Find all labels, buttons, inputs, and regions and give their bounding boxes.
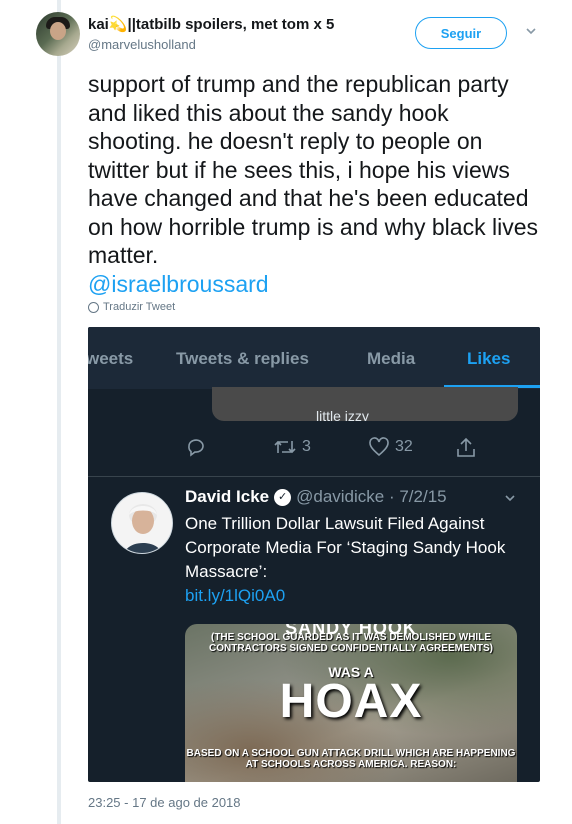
- previous-media-card[interactable]: little izzy: [212, 387, 518, 421]
- divider: [88, 476, 540, 477]
- embedded-link[interactable]: bit.ly/1lQi0A0: [185, 584, 515, 608]
- retweet-button[interactable]: 3: [273, 437, 311, 457]
- display-name[interactable]: kai💫||tatbilb spoilers, met tom x 5: [88, 15, 334, 33]
- verified-icon: ✓: [274, 488, 292, 506]
- like-button[interactable]: 32: [368, 437, 413, 457]
- reply-icon[interactable]: [186, 437, 206, 457]
- embedded-handle-date[interactable]: @davidicke · 7/2/15: [296, 487, 447, 507]
- like-count: 32: [395, 438, 413, 455]
- follow-button[interactable]: Seguir: [415, 17, 507, 49]
- attached-screenshot[interactable]: weets Tweets & replies Media Likes littl…: [88, 327, 540, 782]
- image-small-top-text: (THE SCHOOL GUARDED AS IT WAS DEMOLISHED…: [209, 632, 493, 654]
- embedded-user[interactable]: David Icke ✓ @davidicke · 7/2/15: [185, 487, 447, 507]
- tab-tweets-replies[interactable]: Tweets & replies: [176, 349, 309, 369]
- tab-tweets[interactable]: weets: [88, 349, 133, 369]
- mention-link[interactable]: @israelbroussard: [88, 270, 548, 299]
- chevron-down-icon[interactable]: [503, 491, 517, 508]
- tweet-header: kai💫||tatbilb spoilers, met tom x 5 @mar…: [0, 0, 572, 64]
- tweet-timestamp[interactable]: 23:25 - 17 de ago de 2018: [88, 795, 241, 810]
- image-small-bottom-text: BASED ON A SCHOOL GUN ATTACK DRILL WHICH…: [186, 748, 516, 770]
- retweet-icon: [274, 440, 296, 454]
- embedded-name[interactable]: David Icke: [185, 487, 269, 507]
- embedded-image[interactable]: SANDY HOOK (THE SCHOOL GUARDED AS IT WAS…: [185, 624, 517, 782]
- chevron-down-icon[interactable]: [524, 24, 538, 38]
- embedded-avatar[interactable]: [111, 492, 173, 554]
- embedded-body: One Trillion Dollar Lawsuit Filed Agains…: [185, 514, 506, 581]
- tweet-text: support of trump and the republican part…: [88, 70, 548, 298]
- avatar[interactable]: [36, 12, 80, 56]
- thread-line: [57, 0, 61, 824]
- globe-icon: [88, 301, 99, 313]
- media-caption: little izzy: [316, 408, 369, 421]
- tab-media[interactable]: Media: [367, 349, 415, 369]
- embedded-tweet-text: One Trillion Dollar Lawsuit Filed Agains…: [185, 512, 515, 608]
- share-icon[interactable]: [456, 437, 476, 459]
- profile-tabs: weets Tweets & replies Media Likes: [88, 327, 540, 389]
- tweet-body: support of trump and the republican part…: [88, 71, 538, 268]
- user-handle[interactable]: @marvelusholland: [88, 37, 196, 52]
- tab-likes[interactable]: Likes: [467, 349, 510, 369]
- retweet-count: 3: [302, 438, 311, 455]
- heart-icon: [369, 437, 389, 457]
- tweet-actions: 3 32: [88, 437, 540, 467]
- translate-tweet[interactable]: Traduzir Tweet: [88, 301, 175, 313]
- translate-label[interactable]: Traduzir Tweet: [103, 301, 175, 313]
- image-hoax-text: HOAX: [279, 675, 423, 728]
